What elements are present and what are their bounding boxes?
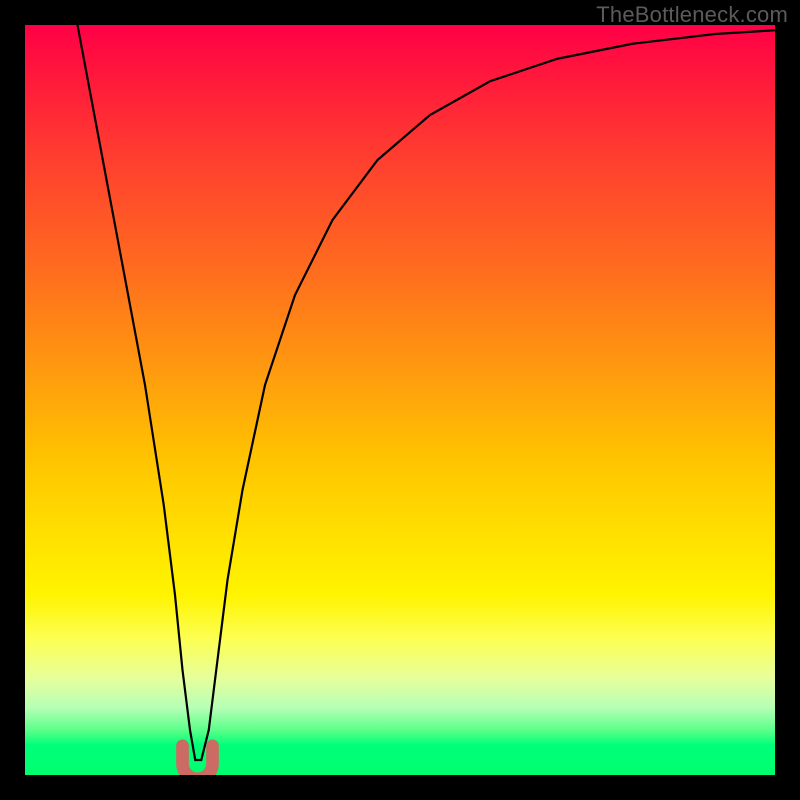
bottleneck-curve xyxy=(78,25,776,760)
chart-frame: TheBottleneck.com xyxy=(0,0,800,800)
watermark-text: TheBottleneck.com xyxy=(596,2,788,28)
plot-area xyxy=(25,25,775,775)
chart-svg xyxy=(25,25,775,775)
